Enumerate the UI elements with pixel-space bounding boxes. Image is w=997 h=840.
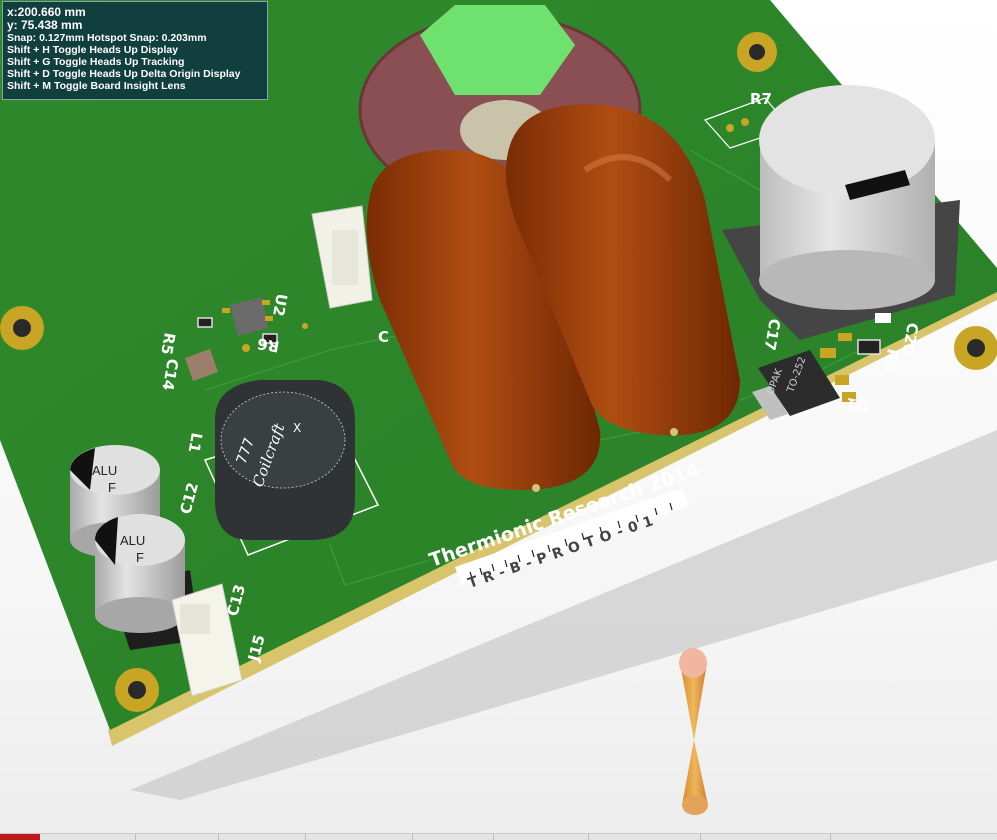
hud-hint-shift-m: Shift + M Toggle Board Insight Lens bbox=[7, 80, 186, 92]
cap2-marking-f: F bbox=[136, 550, 144, 565]
silk-c-partial: C bbox=[378, 328, 389, 346]
hud-y-readout: y: 75.438 mm bbox=[7, 18, 83, 32]
hud-hint-shift-d: Shift + D Toggle Heads Up Delta Origin D… bbox=[7, 68, 241, 80]
heads-up-display: x:200.660 mm y: 75.438 mm Snap: 0.127mm … bbox=[2, 1, 268, 100]
status-bar-divider bbox=[588, 834, 589, 840]
silk-r5: R5 bbox=[157, 331, 179, 356]
hud-hint-shift-h: Shift + H Toggle Heads Up Display bbox=[7, 44, 179, 56]
3d-viewport[interactable]: Thermionic Research 2014 TR-B-PROTO-01 R… bbox=[0, 0, 997, 840]
cap1-marking-f: F bbox=[108, 480, 116, 495]
status-bar-divider bbox=[493, 834, 494, 840]
status-bar-divider bbox=[412, 834, 413, 840]
status-bar-divider bbox=[218, 834, 219, 840]
cap2-marking-alu: ALU bbox=[120, 533, 145, 548]
3d-probe-cursor bbox=[679, 648, 708, 815]
pcb-3d-scene[interactable]: Thermionic Research 2014 TR-B-PROTO-01 R… bbox=[0, 0, 997, 839]
cap1-marking-alu: ALU bbox=[92, 463, 117, 478]
silk-r7: R7 bbox=[750, 90, 772, 108]
silk-q1: Q1 bbox=[845, 394, 871, 416]
status-bar-divider bbox=[135, 834, 136, 840]
inductor-x-mark: X bbox=[293, 421, 301, 435]
status-bar-divider bbox=[305, 834, 306, 840]
hud-snap-info: Snap: 0.127mm Hotspot Snap: 0.203mm bbox=[7, 32, 207, 44]
silk-l1: L1 bbox=[185, 431, 206, 454]
silk-r8: R8 bbox=[880, 347, 902, 372]
silk-r6: R6 bbox=[256, 334, 281, 356]
status-bar-indicator bbox=[0, 834, 40, 840]
status-bar-divider bbox=[830, 834, 831, 840]
hud-hint-shift-g: Shift + G Toggle Heads Up Tracking bbox=[7, 56, 185, 68]
status-bar-divider bbox=[700, 834, 701, 840]
